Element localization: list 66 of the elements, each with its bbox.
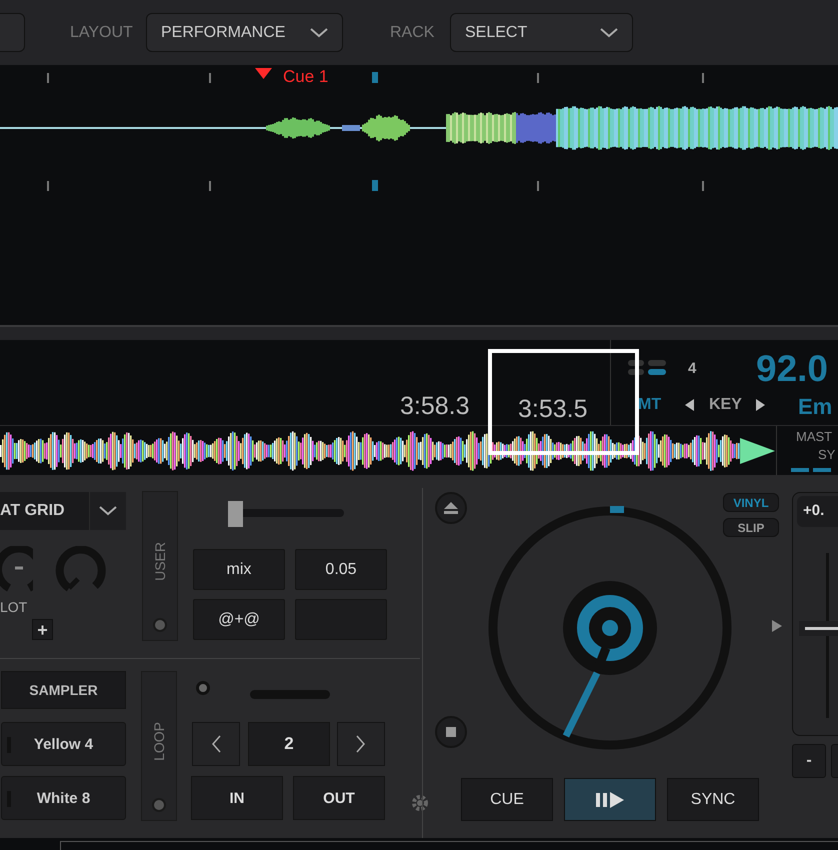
vinyl-mode-button[interactable]: VINYL <box>723 493 779 512</box>
beat-tick <box>209 73 211 83</box>
play-pause-icon <box>596 792 624 808</box>
add-button[interactable]: + <box>32 619 53 640</box>
beat-counter-icon <box>628 360 668 376</box>
slider-thumb[interactable] <box>228 501 243 527</box>
sampler-slot-button[interactable]: White 8 <box>1 776 126 820</box>
beat-tick <box>702 73 704 83</box>
pitch-slider-handle[interactable] <box>805 626 838 630</box>
effect-slider-track[interactable] <box>228 501 344 527</box>
beat-tick <box>537 73 539 83</box>
layout-label: LAYOUT <box>70 24 133 42</box>
remaining-time: 3:53.5 <box>518 395 588 424</box>
layout-dropdown[interactable]: PERFORMANCE <box>146 13 343 52</box>
indicator-dot <box>196 681 210 695</box>
slip-mode-button[interactable]: SLIP <box>723 518 779 537</box>
cue-label: Cue 1 <box>283 67 328 87</box>
effect-pad-button[interactable]: mix <box>193 549 285 590</box>
key-label: KEY <box>709 396 742 414</box>
chevron-down-icon <box>99 506 117 516</box>
play-pause-button[interactable] <box>564 778 656 821</box>
effect-selector[interactable]: AT GRID <box>0 492 90 530</box>
knob-label: LOT <box>0 599 28 615</box>
chevron-down-icon <box>600 28 618 38</box>
key-value: Em <box>798 394 832 420</box>
chevron-left-icon <box>211 735 221 753</box>
settings-icon[interactable] <box>411 794 429 812</box>
master-label: MAST <box>796 429 832 444</box>
key-mode-label[interactable]: MT <box>638 396 662 414</box>
beat-tick <box>47 73 49 83</box>
sync-button[interactable]: SYNC <box>667 778 759 821</box>
pitch-value: +0. <box>797 496 838 527</box>
sampler-slot-button[interactable]: Yellow 4 <box>1 722 126 766</box>
chevron-right-icon <box>356 735 366 753</box>
elapsed-time: 3:58.3 <box>400 392 470 421</box>
rack-dropdown[interactable]: SELECT <box>450 13 633 52</box>
splitter-bar[interactable] <box>0 325 838 340</box>
cue-marker-icon <box>255 68 272 79</box>
beat-count: 4 <box>688 360 696 377</box>
playhead-marker <box>372 72 378 83</box>
effect-dropdown-button[interactable] <box>89 492 126 530</box>
loop-size: 2 <box>248 722 330 766</box>
chevron-down-icon <box>310 28 328 38</box>
loop-out-button[interactable]: OUT <box>293 776 385 820</box>
beat-tick <box>537 181 539 191</box>
track-overview-waveform[interactable] <box>0 431 775 471</box>
bpm-value: 92.0 <box>756 348 828 390</box>
cue-button[interactable]: CUE <box>461 778 553 821</box>
playhead-marker <box>372 180 378 191</box>
triangle-right-icon <box>772 620 782 632</box>
effect-pad-button[interactable]: @+@ <box>193 599 285 640</box>
key-down-icon[interactable] <box>685 399 695 411</box>
loop-in-button[interactable]: IN <box>191 776 283 820</box>
effect-pad-button[interactable]: 0.05 <box>295 549 387 590</box>
sampler-button[interactable]: SAMPLER <box>1 671 126 709</box>
beat-tick <box>47 181 49 191</box>
eject-button[interactable] <box>435 492 467 524</box>
beat-tick <box>209 181 211 191</box>
stop-button[interactable] <box>435 716 467 748</box>
key-up-icon[interactable] <box>755 399 765 411</box>
pitch-minus-button[interactable]: - <box>792 744 826 778</box>
stop-icon <box>446 727 456 737</box>
beat-tick <box>702 181 704 191</box>
sync-label: SY <box>818 447 836 462</box>
rack-label: RACK <box>390 24 434 42</box>
eject-icon <box>444 502 458 514</box>
